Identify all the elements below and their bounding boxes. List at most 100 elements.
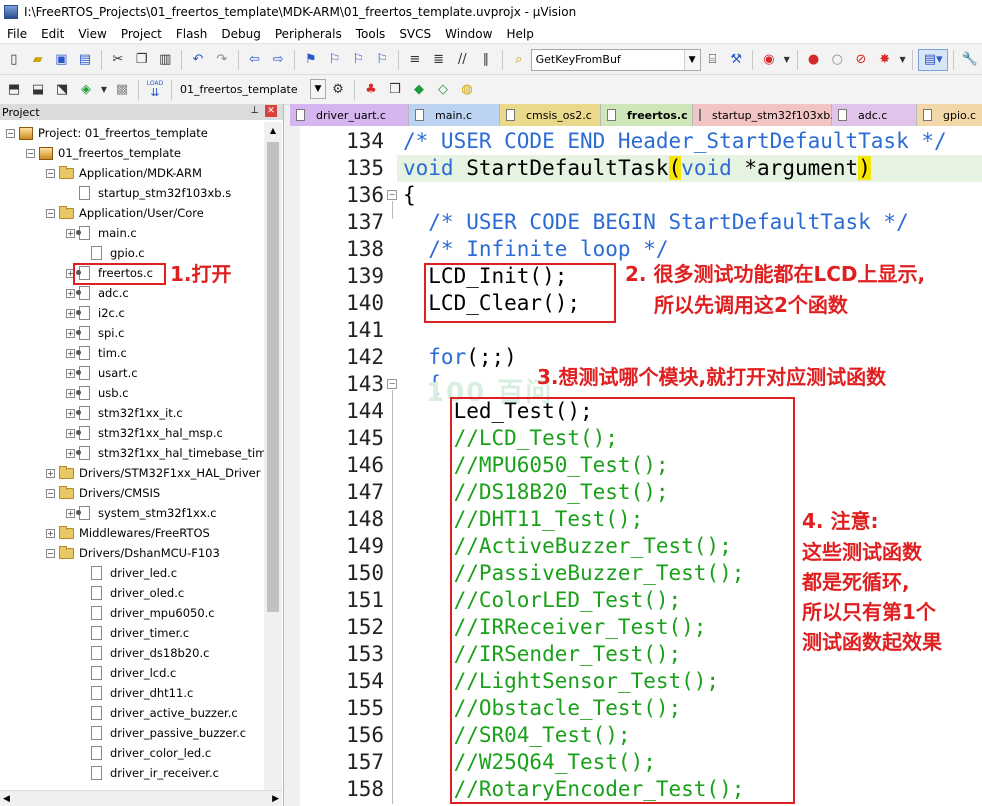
menu-flash[interactable]: Flash — [169, 24, 214, 44]
tab-cmsis-os2-c[interactable]: cmsis_os2.c — [500, 104, 601, 126]
select-packs-icon[interactable]: ❒ — [384, 79, 406, 101]
collapse-icon[interactable]: − — [46, 168, 55, 178]
menu-project[interactable]: Project — [114, 24, 169, 44]
insert-breakpoint-icon[interactable]: ● — [803, 49, 825, 71]
tree-item[interactable]: + main.c — [66, 223, 137, 243]
tree-item[interactable]: driver_color_led.c — [78, 743, 211, 763]
target-select[interactable]: 01_freertos_template ▼ — [176, 78, 326, 101]
tree-item[interactable]: driver_ds18b20.c — [78, 643, 209, 663]
project-horizontal-scrollbar[interactable]: ◀ ▶ — [0, 790, 282, 806]
cut-icon[interactable]: ✂ — [107, 49, 129, 71]
scroll-left-icon[interactable]: ◀ — [0, 794, 13, 804]
tree-item[interactable]: driver_mpu6050.c — [78, 603, 215, 623]
tree-item[interactable]: + i2c.c — [66, 303, 125, 323]
navigate-forward-icon[interactable]: ⇨ — [267, 49, 289, 71]
next-bookmark-icon[interactable]: ⚐ — [347, 49, 369, 71]
configure-icon[interactable]: 🔧 — [959, 49, 981, 71]
tab-adc-c[interactable]: adc.c — [832, 104, 917, 126]
window-layout-icon[interactable]: ▤▾ — [918, 48, 949, 71]
menu-window[interactable]: Window — [438, 24, 499, 44]
pin-icon[interactable]: ⊥ — [250, 105, 259, 116]
tab-startup-stm32f103xb-s[interactable]: startup_stm32f103xb.s — [693, 104, 839, 126]
tree-item[interactable]: + adc.c — [66, 283, 129, 303]
tree-item[interactable]: driver_active_buzzer.c — [78, 703, 238, 723]
collapse-icon[interactable]: − — [26, 148, 35, 158]
code-line[interactable]: void StartDefaultTask(void *argument) — [403, 155, 871, 182]
tree-item[interactable]: + tim.c — [66, 343, 127, 363]
expand-icon[interactable]: + — [66, 288, 75, 298]
tree-item[interactable]: − Application/User/Core — [46, 203, 204, 223]
stop-build-icon[interactable]: ▩ — [111, 79, 133, 101]
indent-icon[interactable]: ≡ — [404, 49, 426, 71]
fold-toggle-icon[interactable]: − — [387, 190, 397, 200]
code-line[interactable]: /* USER CODE BEGIN StartDefaultTask */ — [403, 209, 908, 236]
copy-icon[interactable]: ❐ — [131, 49, 153, 71]
tree-item[interactable]: + stm32f1xx_it.c — [66, 403, 183, 423]
code-line[interactable]: /* USER CODE END Header_StartDefaultTask… — [403, 128, 947, 155]
tree-item[interactable]: driver_dht11.c — [78, 683, 193, 703]
scroll-up-icon[interactable]: ▲ — [264, 122, 282, 140]
menu-edit[interactable]: Edit — [34, 24, 71, 44]
tree-item[interactable]: driver_oled.c — [78, 583, 184, 603]
menu-debug[interactable]: Debug — [214, 24, 267, 44]
tree-item[interactable]: driver_passive_buzzer.c — [78, 723, 246, 743]
tree-item[interactable]: − 01_freertos_template — [26, 143, 181, 163]
expand-icon[interactable]: + — [66, 508, 75, 518]
expand-icon[interactable]: + — [66, 448, 75, 458]
chevron-down-icon[interactable]: ▼ — [310, 78, 326, 99]
expand-icon[interactable]: + — [66, 348, 75, 358]
prev-bookmark-icon[interactable]: ⚐ — [324, 49, 346, 71]
disable-breakpoints-icon[interactable]: ⊘ — [850, 49, 872, 71]
menu-svcs[interactable]: SVCS — [392, 24, 438, 44]
redo-icon[interactable]: ↷ — [211, 49, 233, 71]
tree-item[interactable]: startup_stm32f103xb.s — [66, 183, 231, 203]
menu-peripherals[interactable]: Peripherals — [268, 24, 349, 44]
tree-item[interactable]: + system_stm32f1xx.c — [66, 503, 217, 523]
open-folder-icon[interactable]: ▰ — [27, 49, 49, 71]
find-icon[interactable]: ⌸ — [702, 49, 724, 71]
tree-item[interactable]: − Project: 01_freertos_template — [6, 123, 208, 143]
save-all-icon[interactable]: ▤ — [74, 49, 96, 71]
translate-icon[interactable]: ⬒ — [3, 79, 25, 101]
expand-icon[interactable]: + — [66, 388, 75, 398]
incremental-find-icon[interactable]: ⚒ — [725, 49, 747, 71]
tab-freertos-c[interactable]: freertos.c — [601, 104, 693, 126]
pack-installer-icon[interactable]: ◇ — [432, 79, 454, 101]
expand-icon[interactable]: + — [46, 528, 55, 538]
tab-main-c[interactable]: main.c — [409, 104, 500, 126]
tree-item[interactable]: + usb.c — [66, 383, 129, 403]
expand-icon[interactable]: + — [66, 228, 75, 238]
collapse-icon[interactable]: − — [46, 208, 55, 218]
tab-driver-uart-c[interactable]: driver_uart.c — [290, 104, 409, 126]
target-options-icon[interactable]: ⚙ — [327, 79, 349, 101]
kill-breakpoints-icon[interactable]: ✸ — [874, 49, 896, 71]
batch-dropdown-icon[interactable]: ▼ — [99, 79, 109, 101]
menu-help[interactable]: Help — [499, 24, 540, 44]
tree-item[interactable]: + stm32f1xx_hal_timebase_tim.c — [66, 443, 264, 463]
tree-item[interactable]: + Middlewares/FreeRTOS — [46, 523, 210, 543]
collapse-icon[interactable]: − — [46, 548, 55, 558]
tree-item[interactable]: + spi.c — [66, 323, 124, 343]
save-icon[interactable]: ▣ — [50, 49, 72, 71]
navigate-back-icon[interactable]: ⇦ — [244, 49, 266, 71]
rebuild-icon[interactable]: ⬔ — [51, 79, 73, 101]
scrollbar-thumb[interactable] — [267, 142, 279, 612]
tab-gpio-c[interactable]: gpio.c — [917, 104, 982, 126]
batch-build-icon[interactable]: ◈ — [75, 79, 97, 101]
new-file-icon[interactable]: ▯ — [3, 49, 25, 71]
comment-icon[interactable]: // — [451, 49, 473, 71]
tree-item[interactable]: − Application/MDK-ARM — [46, 163, 202, 183]
tree-item[interactable]: driver_lcd.c — [78, 663, 176, 683]
expand-icon[interactable]: + — [66, 328, 75, 338]
tree-item[interactable]: − Drivers/CMSIS — [46, 483, 160, 503]
scroll-right-icon[interactable]: ▶ — [269, 794, 282, 804]
tree-item[interactable]: − Drivers/DshanMCU-F103 — [46, 543, 220, 563]
code-line[interactable]: { — [403, 182, 416, 209]
fold-toggle-icon[interactable]: − — [387, 379, 397, 389]
tree-item[interactable]: + stm32f1xx_hal_msp.c — [66, 423, 223, 443]
tree-item[interactable]: driver_ir_receiver.c — [78, 763, 219, 783]
debug-session-icon[interactable]: ◉ — [758, 49, 780, 71]
download-icon[interactable]: LOAD ⇊ — [144, 79, 166, 101]
collapse-icon[interactable]: − — [46, 488, 55, 498]
expand-icon[interactable]: + — [66, 428, 75, 438]
